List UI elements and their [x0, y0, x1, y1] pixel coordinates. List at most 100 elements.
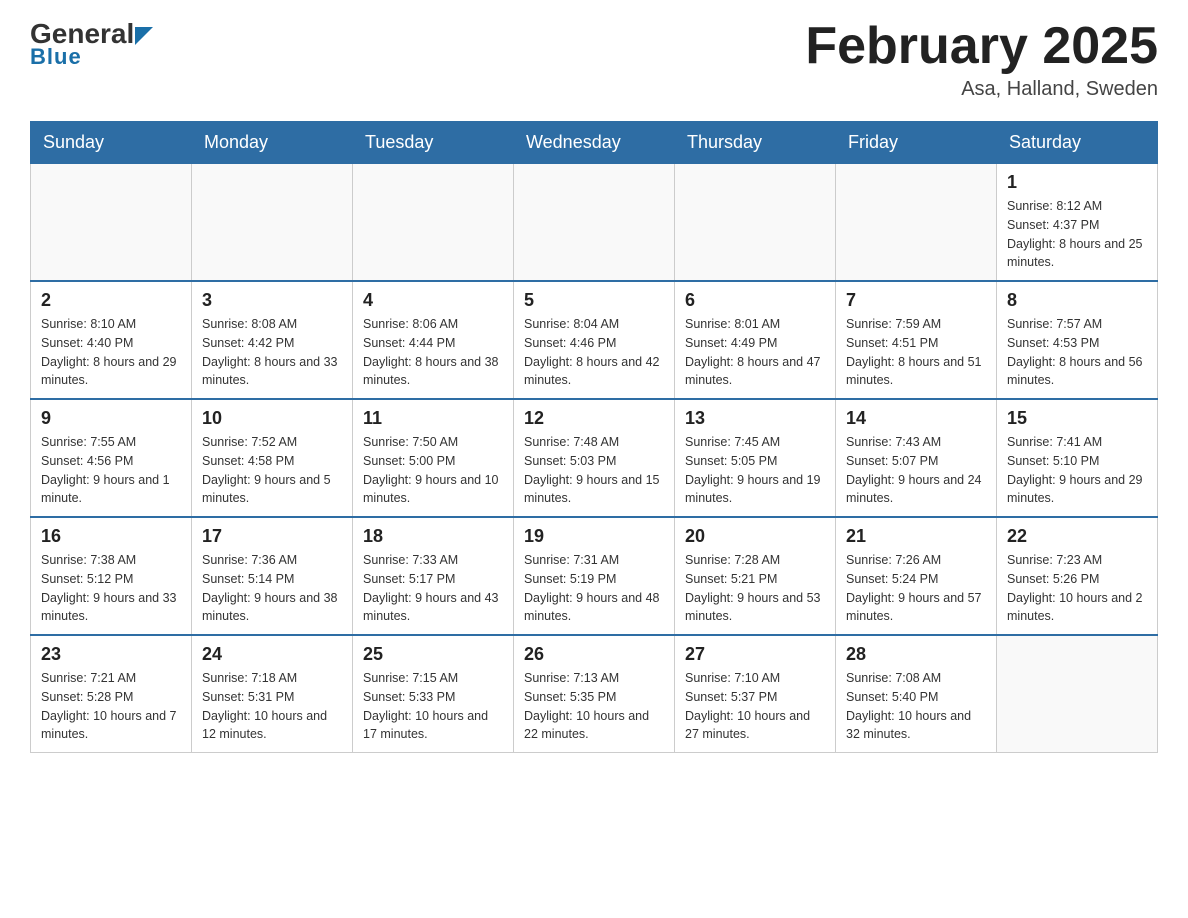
day-number: 16	[41, 526, 181, 547]
day-number: 1	[1007, 172, 1147, 193]
day-info: Sunrise: 8:04 AMSunset: 4:46 PMDaylight:…	[524, 315, 664, 390]
day-info: Sunrise: 8:06 AMSunset: 4:44 PMDaylight:…	[363, 315, 503, 390]
day-number: 27	[685, 644, 825, 665]
day-number: 20	[685, 526, 825, 547]
calendar-cell	[31, 164, 192, 282]
calendar-cell: 2 Sunrise: 8:10 AMSunset: 4:40 PMDaylight…	[31, 281, 192, 399]
calendar-cell	[675, 164, 836, 282]
calendar-cell: 24 Sunrise: 7:18 AMSunset: 5:31 PMDayligh…	[192, 635, 353, 753]
calendar-cell: 9 Sunrise: 7:55 AMSunset: 4:56 PMDaylight…	[31, 399, 192, 517]
calendar-cell	[353, 164, 514, 282]
calendar-week-row: 1 Sunrise: 8:12 AMSunset: 4:37 PMDaylight…	[31, 164, 1158, 282]
calendar-cell	[192, 164, 353, 282]
day-info: Sunrise: 8:10 AMSunset: 4:40 PMDaylight:…	[41, 315, 181, 390]
logo: General Blue	[30, 20, 153, 70]
calendar-cell: 15 Sunrise: 7:41 AMSunset: 5:10 PMDayligh…	[997, 399, 1158, 517]
day-info: Sunrise: 7:48 AMSunset: 5:03 PMDaylight:…	[524, 433, 664, 508]
day-number: 2	[41, 290, 181, 311]
col-thursday: Thursday	[675, 122, 836, 164]
day-number: 19	[524, 526, 664, 547]
calendar-table: Sunday Monday Tuesday Wednesday Thursday…	[30, 121, 1158, 753]
day-number: 10	[202, 408, 342, 429]
calendar-header-row: Sunday Monday Tuesday Wednesday Thursday…	[31, 122, 1158, 164]
day-number: 9	[41, 408, 181, 429]
calendar-cell: 5 Sunrise: 8:04 AMSunset: 4:46 PMDaylight…	[514, 281, 675, 399]
day-info: Sunrise: 7:23 AMSunset: 5:26 PMDaylight:…	[1007, 551, 1147, 626]
calendar-cell: 10 Sunrise: 7:52 AMSunset: 4:58 PMDayligh…	[192, 399, 353, 517]
day-number: 14	[846, 408, 986, 429]
col-friday: Friday	[836, 122, 997, 164]
day-info: Sunrise: 7:59 AMSunset: 4:51 PMDaylight:…	[846, 315, 986, 390]
calendar-cell	[514, 164, 675, 282]
day-number: 12	[524, 408, 664, 429]
calendar-cell: 12 Sunrise: 7:48 AMSunset: 5:03 PMDayligh…	[514, 399, 675, 517]
day-info: Sunrise: 7:26 AMSunset: 5:24 PMDaylight:…	[846, 551, 986, 626]
calendar-cell	[836, 164, 997, 282]
calendar-cell: 22 Sunrise: 7:23 AMSunset: 5:26 PMDayligh…	[997, 517, 1158, 635]
day-number: 15	[1007, 408, 1147, 429]
calendar-cell: 3Sunrise: 8:08 AMSunset: 4:42 PMDaylight…	[192, 281, 353, 399]
day-number: 13	[685, 408, 825, 429]
day-info: Sunrise: 8:01 AMSunset: 4:49 PMDaylight:…	[685, 315, 825, 390]
day-info: Sunrise: 7:08 AMSunset: 5:40 PMDaylight:…	[846, 669, 986, 744]
day-info: Sunrise: 7:31 AMSunset: 5:19 PMDaylight:…	[524, 551, 664, 626]
day-number: 23	[41, 644, 181, 665]
calendar-week-row: 16 Sunrise: 7:38 AMSunset: 5:12 PMDayligh…	[31, 517, 1158, 635]
calendar-cell	[997, 635, 1158, 753]
calendar-cell: 13 Sunrise: 7:45 AMSunset: 5:05 PMDayligh…	[675, 399, 836, 517]
day-info: Sunrise: 7:50 AMSunset: 5:00 PMDaylight:…	[363, 433, 503, 508]
day-info: Sunrise: 7:10 AMSunset: 5:37 PMDaylight:…	[685, 669, 825, 744]
day-number: 7	[846, 290, 986, 311]
day-number: 26	[524, 644, 664, 665]
day-info: Sunrise: 7:55 AMSunset: 4:56 PMDaylight:…	[41, 433, 181, 508]
day-info: Sunrise: 7:52 AMSunset: 4:58 PMDaylight:…	[202, 433, 342, 508]
calendar-cell: 6 Sunrise: 8:01 AMSunset: 4:49 PMDaylight…	[675, 281, 836, 399]
day-info: Sunrise: 7:38 AMSunset: 5:12 PMDaylight:…	[41, 551, 181, 626]
col-tuesday: Tuesday	[353, 122, 514, 164]
day-info: Sunrise: 7:18 AMSunset: 5:31 PMDaylight:…	[202, 669, 342, 744]
day-info: Sunrise: 7:36 AMSunset: 5:14 PMDaylight:…	[202, 551, 342, 626]
calendar-cell: 11 Sunrise: 7:50 AMSunset: 5:00 PMDayligh…	[353, 399, 514, 517]
calendar-cell: 20Sunrise: 7:28 AMSunset: 5:21 PMDayligh…	[675, 517, 836, 635]
day-number: 11	[363, 408, 503, 429]
calendar-week-row: 2 Sunrise: 8:10 AMSunset: 4:40 PMDaylight…	[31, 281, 1158, 399]
day-number: 5	[524, 290, 664, 311]
col-sunday: Sunday	[31, 122, 192, 164]
calendar-cell: 4 Sunrise: 8:06 AMSunset: 4:44 PMDaylight…	[353, 281, 514, 399]
day-info: Sunrise: 7:33 AMSunset: 5:17 PMDaylight:…	[363, 551, 503, 626]
day-info: Sunrise: 7:43 AMSunset: 5:07 PMDaylight:…	[846, 433, 986, 508]
title-area: February 2025 Asa, Halland, Sweden	[805, 20, 1158, 101]
day-number: 28	[846, 644, 986, 665]
logo-blue: Blue	[30, 44, 82, 70]
calendar-week-row: 9 Sunrise: 7:55 AMSunset: 4:56 PMDaylight…	[31, 399, 1158, 517]
calendar-cell: 7 Sunrise: 7:59 AMSunset: 4:51 PMDaylight…	[836, 281, 997, 399]
day-info: Sunrise: 7:45 AMSunset: 5:05 PMDaylight:…	[685, 433, 825, 508]
logo-triangle-icon	[135, 27, 153, 45]
col-saturday: Saturday	[997, 122, 1158, 164]
day-number: 24	[202, 644, 342, 665]
day-info: Sunrise: 8:08 AMSunset: 4:42 PMDaylight:…	[202, 315, 342, 390]
location: Asa, Halland, Sweden	[805, 78, 1158, 101]
calendar-cell: 14 Sunrise: 7:43 AMSunset: 5:07 PMDayligh…	[836, 399, 997, 517]
calendar-cell: 1 Sunrise: 8:12 AMSunset: 4:37 PMDaylight…	[997, 164, 1158, 282]
calendar-cell: 8Sunrise: 7:57 AMSunset: 4:53 PMDaylight…	[997, 281, 1158, 399]
calendar-cell: 21Sunrise: 7:26 AMSunset: 5:24 PMDayligh…	[836, 517, 997, 635]
col-monday: Monday	[192, 122, 353, 164]
calendar-cell: 16 Sunrise: 7:38 AMSunset: 5:12 PMDayligh…	[31, 517, 192, 635]
calendar-cell: 23 Sunrise: 7:21 AMSunset: 5:28 PMDayligh…	[31, 635, 192, 753]
calendar-cell: 26 Sunrise: 7:13 AMSunset: 5:35 PMDayligh…	[514, 635, 675, 753]
day-info: Sunrise: 7:13 AMSunset: 5:35 PMDaylight:…	[524, 669, 664, 744]
day-number: 6	[685, 290, 825, 311]
calendar-cell: 27 Sunrise: 7:10 AMSunset: 5:37 PMDayligh…	[675, 635, 836, 753]
day-info: Sunrise: 7:57 AMSunset: 4:53 PMDaylight:…	[1007, 315, 1147, 390]
day-info: Sunrise: 8:12 AMSunset: 4:37 PMDaylight:…	[1007, 197, 1147, 272]
day-info: Sunrise: 7:21 AMSunset: 5:28 PMDaylight:…	[41, 669, 181, 744]
day-number: 4	[363, 290, 503, 311]
day-number: 17	[202, 526, 342, 547]
calendar-cell: 28 Sunrise: 7:08 AMSunset: 5:40 PMDayligh…	[836, 635, 997, 753]
month-title: February 2025	[805, 20, 1158, 72]
day-info: Sunrise: 7:41 AMSunset: 5:10 PMDaylight:…	[1007, 433, 1147, 508]
page-header: General Blue February 2025 Asa, Halland,…	[30, 20, 1158, 101]
day-number: 25	[363, 644, 503, 665]
day-number: 22	[1007, 526, 1147, 547]
